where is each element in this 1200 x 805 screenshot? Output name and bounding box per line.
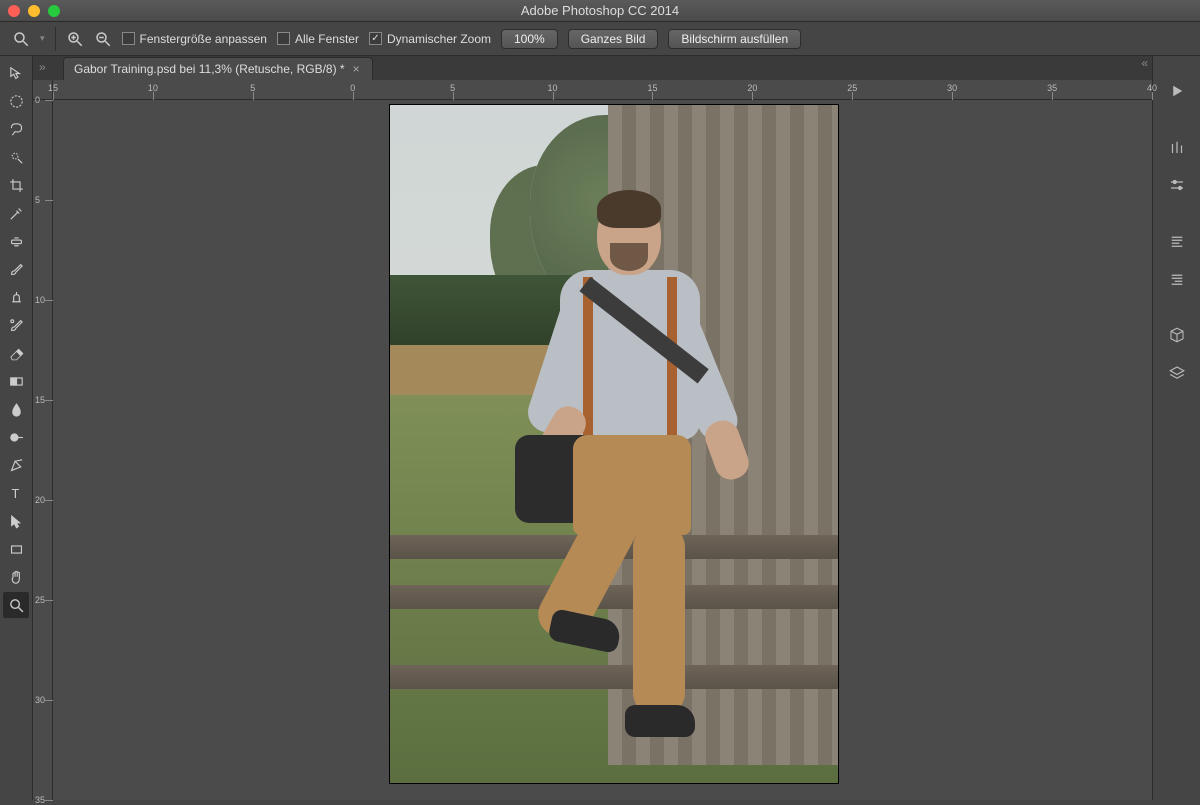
history-brush-tool[interactable] xyxy=(3,312,29,338)
pen-tool[interactable] xyxy=(3,452,29,478)
ruler-tick: 0 xyxy=(35,95,40,105)
zoom-in-icon[interactable] xyxy=(66,30,84,48)
hand-tool[interactable] xyxy=(3,564,29,590)
brushes-icon[interactable] xyxy=(1160,132,1194,162)
ruler-tick: 30 xyxy=(947,83,957,93)
ruler-tick: 5 xyxy=(250,83,255,93)
fit-window-label: Fenstergröße anpassen xyxy=(140,32,267,46)
tool-preset-dropdown-icon[interactable]: ▾ xyxy=(40,33,45,44)
collapse-left-icon[interactable]: » xyxy=(39,60,46,74)
path-select-tool[interactable] xyxy=(3,508,29,534)
checkbox-icon xyxy=(122,32,135,45)
ruler-tick: 40 xyxy=(1147,83,1157,93)
dynamic-zoom-checkbox[interactable]: ✓ Dynamischer Zoom xyxy=(369,32,491,46)
ruler-tick: 15 xyxy=(48,83,58,93)
clone-stamp-tool[interactable] xyxy=(3,284,29,310)
ruler-tick: 10 xyxy=(148,83,158,93)
character-icon[interactable] xyxy=(1160,264,1194,294)
quick-select-tool[interactable] xyxy=(3,144,29,170)
zoom-tool-icon[interactable] xyxy=(12,30,30,48)
marquee-tool[interactable] xyxy=(3,88,29,114)
ruler-tick: 20 xyxy=(747,83,757,93)
checkbox-checked-icon: ✓ xyxy=(369,32,382,45)
ruler-tick: 10 xyxy=(35,295,45,305)
eyedropper-tool[interactable] xyxy=(3,200,29,226)
tools-panel: T xyxy=(0,56,33,800)
fill-screen-button[interactable]: Bildschirm ausfüllen xyxy=(668,29,801,49)
all-windows-label: Alle Fenster xyxy=(295,32,359,46)
rectangle-tool[interactable] xyxy=(3,536,29,562)
healing-brush-tool[interactable] xyxy=(3,228,29,254)
ruler-horizontal[interactable]: 151050510152025303540 xyxy=(53,80,1152,100)
ruler-tick: 15 xyxy=(647,83,657,93)
close-window-button[interactable] xyxy=(8,5,20,17)
options-bar: ▾ Fenstergröße anpassen Alle Fenster ✓ D… xyxy=(0,22,1200,56)
app-title: Adobe Photoshop CC 2014 xyxy=(0,3,1200,18)
gradient-tool[interactable] xyxy=(3,368,29,394)
layers-icon[interactable] xyxy=(1160,358,1194,388)
photo-person xyxy=(505,185,745,755)
zoom-out-icon[interactable] xyxy=(94,30,112,48)
document-area: » Gabor Training.psd bei 11,3% (Retusche… xyxy=(33,56,1152,800)
blur-tool[interactable] xyxy=(3,396,29,422)
crop-tool[interactable] xyxy=(3,172,29,198)
zoom-tool[interactable] xyxy=(3,592,29,618)
canvas-stage[interactable] xyxy=(53,100,1152,800)
maximize-window-button[interactable] xyxy=(48,5,60,17)
brush-tool[interactable] xyxy=(3,256,29,282)
panels-collapsed xyxy=(1152,56,1200,800)
move-tool[interactable] xyxy=(3,60,29,86)
canvas-wrap: 151050510152025303540 05101520253035 xyxy=(33,80,1152,800)
adjustments-icon[interactable] xyxy=(1160,170,1194,200)
ruler-tick: 0 xyxy=(350,83,355,93)
ruler-tick: 10 xyxy=(548,83,558,93)
paragraph-icon[interactable] xyxy=(1160,226,1194,256)
dynamic-zoom-label: Dynamischer Zoom xyxy=(387,32,491,46)
checkbox-icon xyxy=(277,32,290,45)
ruler-tick: 5 xyxy=(450,83,455,93)
zoom-100-button[interactable]: 100% xyxy=(501,29,558,49)
type-tool[interactable]: T xyxy=(3,480,29,506)
3d-icon[interactable] xyxy=(1160,320,1194,350)
ruler-tick: 25 xyxy=(847,83,857,93)
collapse-right-icon[interactable]: « xyxy=(1141,56,1148,70)
ruler-tick: 15 xyxy=(35,395,45,405)
minimize-window-button[interactable] xyxy=(28,5,40,17)
fit-window-checkbox[interactable]: Fenstergröße anpassen xyxy=(122,32,267,46)
lasso-tool[interactable] xyxy=(3,116,29,142)
divider xyxy=(55,27,56,51)
play-actions-icon[interactable] xyxy=(1160,76,1194,106)
document-tab-label: Gabor Training.psd bei 11,3% (Retusche, … xyxy=(74,62,345,76)
document-canvas[interactable] xyxy=(389,104,839,784)
ruler-tick: 5 xyxy=(35,195,40,205)
ruler-tick: 25 xyxy=(35,595,45,605)
ruler-tick: 35 xyxy=(1047,83,1057,93)
eraser-tool[interactable] xyxy=(3,340,29,366)
document-tab[interactable]: Gabor Training.psd bei 11,3% (Retusche, … xyxy=(63,57,373,80)
ruler-tick: 30 xyxy=(35,695,45,705)
window-controls xyxy=(8,5,60,17)
close-tab-icon[interactable]: × xyxy=(353,62,360,76)
all-windows-checkbox[interactable]: Alle Fenster xyxy=(277,32,359,46)
titlebar: Adobe Photoshop CC 2014 xyxy=(0,0,1200,22)
svg-text:T: T xyxy=(11,485,19,500)
fit-image-button[interactable]: Ganzes Bild xyxy=(568,29,659,49)
ruler-tick: 35 xyxy=(35,795,45,805)
ruler-vertical[interactable]: 05101520253035 xyxy=(33,100,53,800)
document-tabs: » Gabor Training.psd bei 11,3% (Retusche… xyxy=(33,56,1152,80)
ruler-tick: 20 xyxy=(35,495,45,505)
dodge-tool[interactable] xyxy=(3,424,29,450)
